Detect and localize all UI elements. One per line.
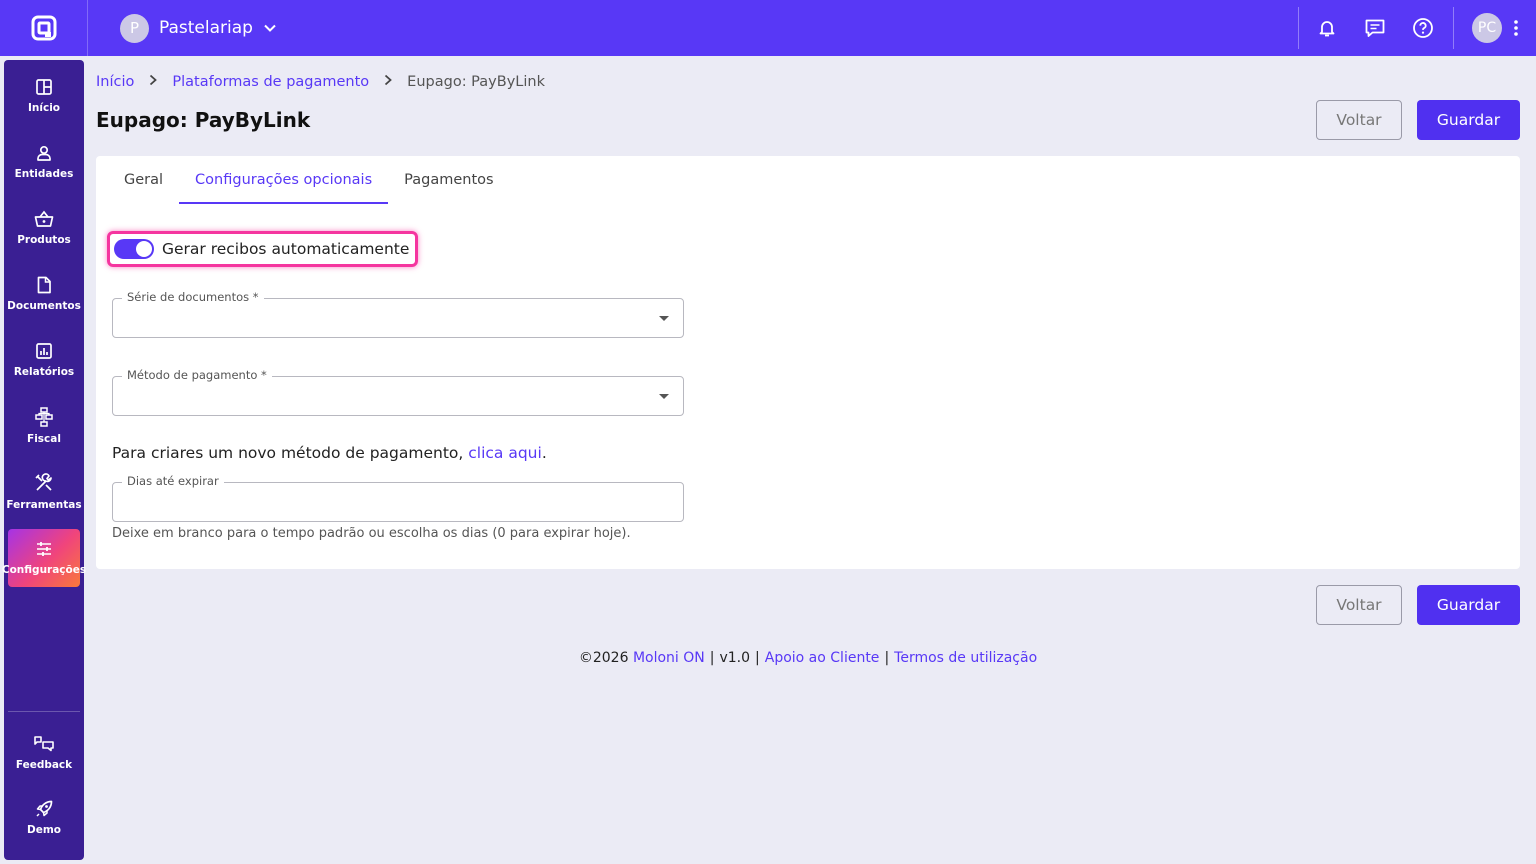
company-avatar: P bbox=[120, 13, 149, 43]
tab-bar: Geral Configurações opcionais Pagamentos bbox=[108, 156, 510, 204]
days-to-expire-hint: Deixe em branco para o tempo padrão ou e… bbox=[112, 526, 631, 541]
feedback-icon bbox=[34, 736, 54, 752]
breadcrumb-parent-link[interactable]: Plataformas de pagamento bbox=[172, 74, 369, 90]
sidebar-item-entidades[interactable]: Entidades bbox=[8, 133, 80, 191]
breadcrumb-current: Eupago: PayByLink bbox=[407, 74, 545, 90]
chart-icon bbox=[36, 343, 52, 359]
page-title: Eupago: PayByLink bbox=[96, 108, 311, 132]
sidebar-item-label: Entidades bbox=[14, 168, 74, 180]
user-avatar[interactable]: PC bbox=[1472, 13, 1502, 43]
sidebar-item-label: Início bbox=[27, 102, 61, 114]
sidebar-item-label: Feedback bbox=[15, 759, 73, 771]
document-icon bbox=[37, 276, 51, 294]
bell-icon bbox=[1319, 21, 1335, 37]
company-name: Pastelariap bbox=[159, 18, 253, 38]
sidebar-item-feedback[interactable]: Feedback bbox=[8, 723, 80, 781]
messages-button[interactable] bbox=[1351, 0, 1399, 56]
moloni-logo-icon[interactable] bbox=[0, 0, 88, 56]
auto-receipts-label: Gerar recibos automaticamente bbox=[162, 240, 410, 258]
document-series-label: Série de documentos * bbox=[122, 290, 264, 304]
top-bar: P Pastelariap PC bbox=[0, 0, 1536, 56]
sidebar-item-label: Demo bbox=[27, 824, 61, 836]
breadcrumb-home-link[interactable]: Início bbox=[96, 74, 134, 90]
divider bbox=[1298, 7, 1299, 49]
notifications-button[interactable] bbox=[1303, 0, 1351, 56]
settings-card: Geral Configurações opcionais Pagamentos… bbox=[96, 156, 1520, 569]
chevron-right-icon bbox=[383, 74, 393, 90]
basket-icon bbox=[34, 210, 54, 227]
back-button-bottom[interactable]: Voltar bbox=[1316, 585, 1402, 625]
days-to-expire-label: Dias até expirar bbox=[122, 474, 224, 488]
grid-icon bbox=[36, 79, 52, 95]
footer-version: v1.0 bbox=[719, 650, 751, 666]
back-button[interactable]: Voltar bbox=[1316, 100, 1402, 140]
sidebar-item-documentos[interactable]: Documentos bbox=[7, 265, 81, 323]
hierarchy-icon bbox=[35, 407, 53, 427]
sidebar-item-label: Relatórios bbox=[13, 366, 75, 378]
sidebar-item-label: Documentos bbox=[7, 300, 81, 312]
sidebar-item-relatorios[interactable]: Relatórios bbox=[8, 331, 80, 389]
chevron-down-icon bbox=[264, 24, 276, 32]
chevron-right-icon bbox=[148, 74, 158, 90]
payment-method-label: Método de pagamento * bbox=[122, 368, 272, 382]
new-payment-method-text: Para criares um novo método de pagamento… bbox=[112, 444, 547, 462]
auto-receipts-toggle[interactable]: Gerar recibos automaticamente bbox=[107, 231, 419, 267]
footer: ©2026 Moloni ON | v1.0 | Apoio ao Cliente | Te… bbox=[578, 650, 1038, 666]
kebab-menu-icon bbox=[1514, 20, 1518, 36]
footer-brand-link[interactable]: Moloni ON bbox=[633, 650, 705, 666]
chat-icon bbox=[1365, 19, 1385, 37]
sidebar: Início Entidades Produtos Documentos Rel… bbox=[2, 60, 86, 860]
company-selector[interactable]: P Pastelariap bbox=[120, 13, 277, 43]
breadcrumb: Início Plataformas de pagamento Eupago: … bbox=[96, 74, 545, 90]
tab-pagamentos[interactable]: Pagamentos bbox=[388, 156, 509, 204]
tab-geral[interactable]: Geral bbox=[108, 156, 179, 204]
dropdown-arrow-icon bbox=[659, 316, 669, 321]
more-menu-button[interactable] bbox=[1502, 0, 1530, 56]
sidebar-item-configuracoes[interactable]: Configurações bbox=[2, 529, 86, 587]
footer-support-link[interactable]: Apoio ao Cliente bbox=[765, 650, 880, 666]
document-series-select[interactable]: Série de documentos * bbox=[112, 290, 684, 338]
divider bbox=[1453, 7, 1454, 49]
sidebar-divider bbox=[8, 711, 80, 712]
sidebar-item-ferramentas[interactable]: Ferramentas bbox=[6, 463, 82, 521]
rocket-icon bbox=[36, 800, 53, 817]
save-button[interactable]: Guardar bbox=[1417, 100, 1520, 140]
help-icon bbox=[1413, 18, 1433, 38]
footer-copyright: ©2026 bbox=[578, 650, 629, 666]
toggle-switch[interactable] bbox=[114, 239, 154, 259]
tab-configuracoes-opcionais[interactable]: Configurações opcionais bbox=[179, 156, 389, 204]
sidebar-item-label: Fiscal bbox=[27, 433, 61, 445]
user-icon bbox=[37, 145, 51, 161]
sidebar-item-demo[interactable]: Demo bbox=[8, 789, 80, 847]
create-payment-method-link[interactable]: clica aqui bbox=[468, 444, 542, 462]
sidebar-item-inicio[interactable]: Início bbox=[8, 67, 80, 125]
tools-icon bbox=[35, 473, 52, 491]
sidebar-item-label: Ferramentas bbox=[6, 499, 82, 511]
payment-method-select[interactable]: Método de pagamento * bbox=[112, 368, 684, 416]
days-to-expire-input[interactable]: Dias até expirar bbox=[112, 474, 684, 522]
save-button-bottom[interactable]: Guardar bbox=[1417, 585, 1520, 625]
dropdown-arrow-icon bbox=[659, 394, 669, 399]
sidebar-item-fiscal[interactable]: Fiscal bbox=[8, 397, 80, 455]
sidebar-item-label: Produtos bbox=[17, 234, 71, 246]
sliders-icon bbox=[37, 542, 51, 556]
sidebar-item-produtos[interactable]: Produtos bbox=[8, 199, 80, 257]
sidebar-item-label: Configurações bbox=[1, 564, 87, 576]
footer-terms-link[interactable]: Termos de utilização bbox=[894, 650, 1037, 666]
help-button[interactable] bbox=[1399, 0, 1447, 56]
